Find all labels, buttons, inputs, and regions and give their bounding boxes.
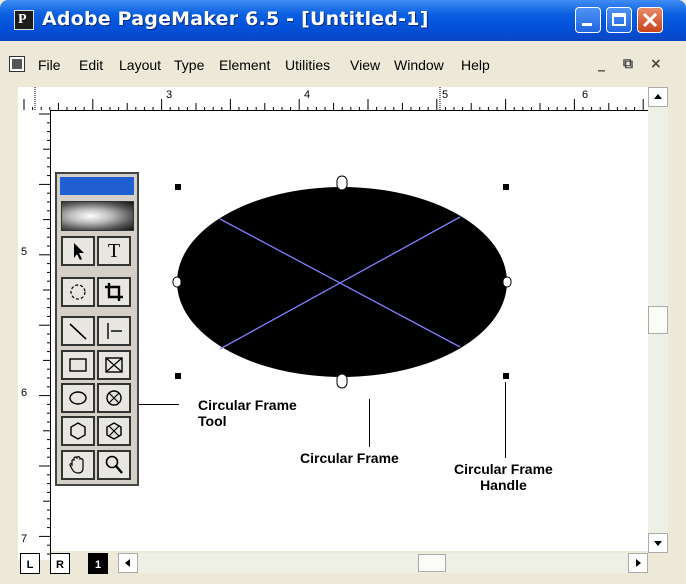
ruler-label-6: 6 <box>582 89 588 101</box>
frame-handle-top-right[interactable] <box>503 184 509 190</box>
left-arrow-icon <box>125 559 130 567</box>
pointer-tool[interactable] <box>61 236 95 266</box>
frame-handle-bottom-right[interactable] <box>503 373 509 379</box>
horizontal-scrollbar[interactable] <box>118 553 648 573</box>
up-arrow-icon <box>654 94 662 99</box>
ruler-label-7-vertical: 7 <box>21 533 27 545</box>
close-button[interactable] <box>637 7 663 33</box>
rotate-icon <box>70 284 86 300</box>
text-t-icon: T <box>107 239 121 262</box>
maximize-icon <box>612 13 626 26</box>
ellipse-frame-icon <box>106 390 122 406</box>
menu-view[interactable]: View <box>350 57 380 73</box>
right-master-page-icon[interactable]: R <box>50 553 70 574</box>
document-canvas[interactable] <box>51 111 648 551</box>
ruler-label-4: 4 <box>304 89 310 101</box>
frame-handle-top-left[interactable] <box>175 184 181 190</box>
minimize-icon <box>582 23 592 26</box>
menu-window[interactable]: Window <box>394 57 444 73</box>
hand-tool[interactable] <box>61 450 95 480</box>
vertical-scroll-thumb[interactable] <box>648 306 668 334</box>
magnifier-icon <box>105 455 123 474</box>
mdi-minimize-button[interactable]: _ <box>598 56 605 72</box>
frame-handle-left[interactable] <box>172 276 182 288</box>
pagemaker-logo <box>61 201 134 231</box>
right-master-label: R <box>56 559 64 571</box>
mdi-close-button[interactable]: × <box>650 56 662 72</box>
menu-element[interactable]: Element <box>219 57 270 73</box>
polygon-frame-tool[interactable] <box>97 416 131 446</box>
frame-handle-top[interactable] <box>336 175 348 191</box>
crop-icon <box>105 283 123 301</box>
menu-layout[interactable]: Layout <box>119 57 161 73</box>
horizontal-ruler[interactable]: 3 4 5 6 <box>18 87 648 111</box>
left-master-page-icon[interactable]: L <box>20 553 40 574</box>
menu-type[interactable]: Type <box>174 57 204 73</box>
app-icon-letter: P <box>18 12 27 27</box>
toolbox-palette[interactable]: T <box>55 172 139 486</box>
tool-callout-line <box>139 404 179 405</box>
right-arrow-icon <box>636 559 641 567</box>
ellipse-frame-tool[interactable] <box>97 383 131 413</box>
crop-tool[interactable] <box>97 277 131 307</box>
rectangle-icon <box>69 358 87 372</box>
page-1-icon[interactable]: 1 <box>88 553 108 574</box>
vertical-ruler[interactable]: 5 6 7 <box>18 110 51 560</box>
document-menu-icon[interactable] <box>9 56 25 72</box>
scroll-left-button[interactable] <box>118 553 138 573</box>
zoom-tool[interactable] <box>97 450 131 480</box>
constrained-line-icon <box>107 323 122 339</box>
circular-frame-label: Circular Frame <box>300 450 399 466</box>
handle-callout-line <box>505 382 506 458</box>
current-page-label: 1 <box>94 559 102 571</box>
frame-callout-line <box>369 399 370 447</box>
circular-frame-handle-label: Circular Frame Handle <box>454 461 553 493</box>
rectangle-frame-icon <box>105 357 123 373</box>
menu-file[interactable]: File <box>38 57 61 73</box>
master-page-icons: L R 1 <box>18 545 118 575</box>
pagemaker-app-icon[interactable]: P <box>14 10 34 30</box>
down-arrow-icon <box>654 541 662 546</box>
frame-handle-bottom[interactable] <box>336 373 348 389</box>
ruler-label-6-vertical: 6 <box>21 387 27 399</box>
arrow-icon <box>74 243 84 260</box>
left-master-label: L <box>26 559 34 571</box>
circular-frame-tool-label: Circular Frame Tool <box>198 397 297 429</box>
constrained-line-tool[interactable] <box>97 316 131 346</box>
scroll-down-button[interactable] <box>648 533 668 553</box>
hand-icon <box>69 456 84 474</box>
rectangle-tool[interactable] <box>61 350 95 380</box>
close-icon <box>642 12 658 28</box>
menu-help[interactable]: Help <box>461 57 490 73</box>
diagonal-line-icon <box>69 323 87 340</box>
maximize-button[interactable] <box>606 7 632 33</box>
text-tool[interactable]: T <box>97 236 131 266</box>
polygon-icon <box>70 422 86 440</box>
toolbox-title-bar[interactable] <box>60 177 134 195</box>
menu-edit[interactable]: Edit <box>79 57 103 73</box>
rotate-tool[interactable] <box>61 277 95 307</box>
scroll-up-button[interactable] <box>648 87 668 107</box>
ellipse-tool[interactable] <box>61 383 95 413</box>
ruler-label-5-vertical: 5 <box>21 246 27 258</box>
horizontal-scroll-thumb[interactable] <box>418 554 446 572</box>
rectangle-frame-tool[interactable] <box>97 350 131 380</box>
mdi-restore-button[interactable]: ⧉ <box>623 56 633 72</box>
window-title: Adobe PageMaker 6.5 - [Untitled-1] <box>42 8 429 30</box>
polygon-frame-icon <box>106 422 122 440</box>
vertical-scrollbar[interactable] <box>648 87 668 553</box>
line-tool[interactable] <box>61 316 95 346</box>
ruler-label-5: 5 <box>442 89 448 101</box>
ruler-label-3: 3 <box>166 89 172 101</box>
menu-utilities[interactable]: Utilities <box>285 57 330 73</box>
polygon-tool[interactable] <box>61 416 95 446</box>
circular-frame[interactable] <box>177 187 507 377</box>
application-window: P Adobe PageMaker 6.5 - [Untitled-1] Fil… <box>0 0 686 584</box>
title-bar[interactable]: P Adobe PageMaker 6.5 - [Untitled-1] <box>0 0 686 41</box>
frame-handle-right[interactable] <box>502 276 512 288</box>
ellipse-icon <box>69 391 87 405</box>
scroll-right-button[interactable] <box>628 553 648 573</box>
frame-handle-bottom-left[interactable] <box>175 373 181 379</box>
minimize-button[interactable] <box>575 7 601 33</box>
